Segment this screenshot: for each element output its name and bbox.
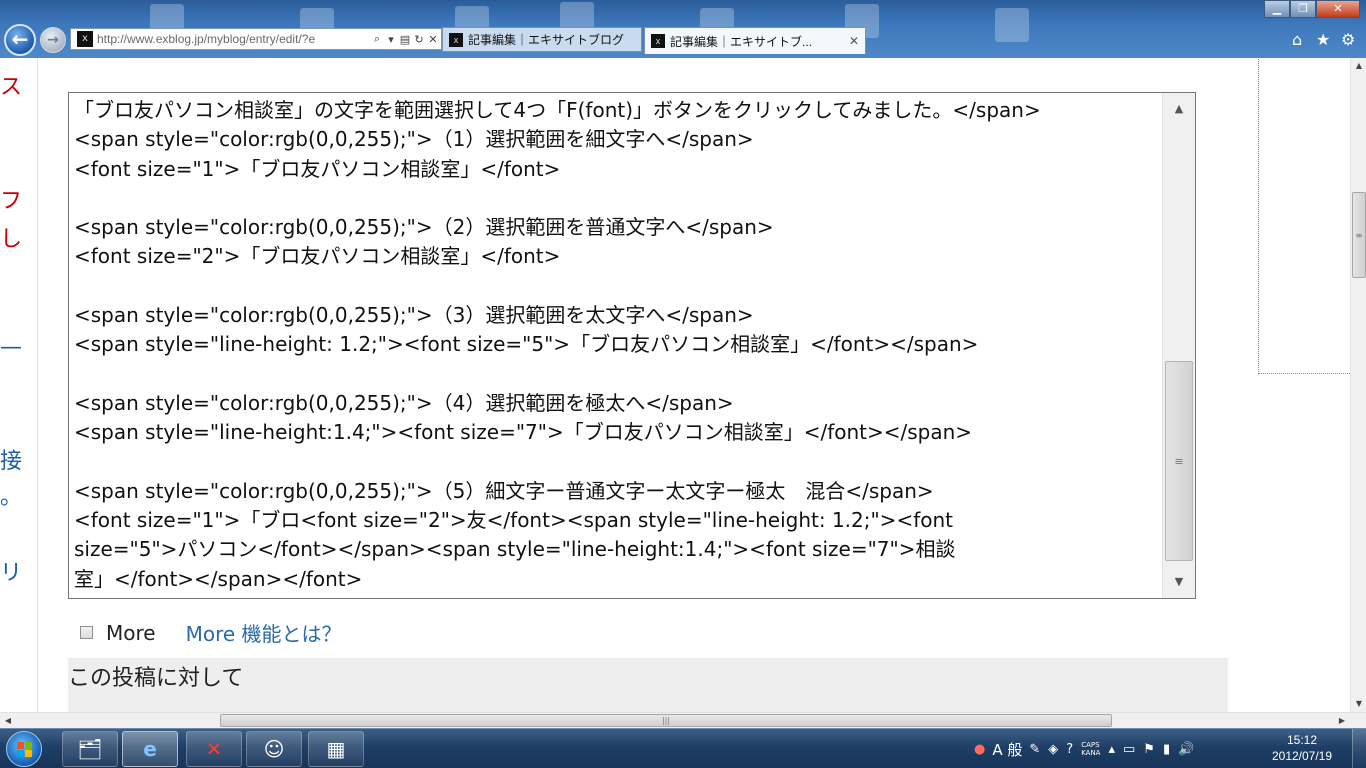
exblog-favicon-icon: x: [77, 31, 93, 47]
presentation-icon: ▦: [326, 737, 346, 761]
exblog-icon: ✕: [205, 737, 223, 761]
help-icon[interactable]: ?: [1066, 742, 1073, 757]
page-scroll-thumb[interactable]: ≡: [1352, 192, 1366, 278]
close-tab-icon[interactable]: ✕: [841, 34, 859, 48]
more-help-link[interactable]: More 機能とは？: [186, 618, 342, 647]
page-horizontal-scrollbar[interactable]: ◀ ||| ▶: [0, 712, 1366, 728]
exblog-app[interactable]: ✕: [186, 731, 242, 767]
more-row: More More 機能とは？: [80, 618, 342, 647]
address-bar[interactable]: x http://www.exblog.jp/myblog/entry/edit…: [70, 28, 442, 50]
horizontal-scroll-thumb[interactable]: |||: [220, 714, 1112, 727]
maximize-button[interactable]: ❐: [1290, 0, 1316, 18]
scroll-down-icon[interactable]: ▼: [1351, 696, 1366, 712]
show-desktop-button[interactable]: [1352, 729, 1366, 768]
minimize-icon: ▁: [1272, 2, 1282, 15]
compat-icon[interactable]: ▤: [399, 33, 411, 46]
address-url[interactable]: http://www.exblog.jp/myblog/entry/edit/?…: [97, 32, 371, 46]
exblog-favicon-icon: x: [449, 32, 463, 47]
sidebar-fragment[interactable]: 接: [0, 450, 22, 474]
left-sidebar-strip: ス フ し — 接 。 リ: [0, 58, 38, 712]
search-icon[interactable]: ⌕: [371, 32, 383, 46]
browser-chrome: ← → x http://www.exblog.jp/myblog/entry/…: [0, 0, 1366, 58]
refresh-icon[interactable]: ↻: [413, 33, 425, 46]
explorer-app[interactable]: 🗂: [62, 731, 118, 767]
maximize-icon: ❐: [1298, 2, 1308, 15]
sidebar-fragment[interactable]: リ: [0, 562, 22, 586]
sidebar-fragment: フ: [0, 189, 23, 214]
tab-label: 記事編集｜エキサイトブログ: [468, 33, 625, 47]
desktop-deco: [995, 8, 1029, 42]
tray-overflow-icon[interactable]: ▴: [1108, 742, 1115, 757]
post-settings-section: この投稿に対して: [68, 658, 1228, 712]
star-icon[interactable]: ★: [1316, 30, 1330, 49]
windows-taskbar: 🗂 e ✕ ☺ ▦ ● A 般 ✎ ◈ ? CAPS KANA ▴ ▭ ⚑ ▮ …: [0, 728, 1366, 768]
taskbar-clock[interactable]: 15:12 2012/07/19: [1262, 732, 1342, 764]
dropdown-icon[interactable]: ▾: [385, 33, 397, 46]
stop-icon[interactable]: ✕: [427, 33, 439, 46]
page-vertical-scrollbar[interactable]: ▲ ≡ ▼: [1350, 58, 1366, 712]
explorer-icon: 🗂: [77, 737, 103, 761]
flag-icon[interactable]: ⚑: [1143, 742, 1155, 757]
right-widget-box: [1258, 58, 1350, 374]
scroll-up-icon[interactable]: ▲: [1163, 93, 1195, 125]
volume-icon[interactable]: 🔊: [1178, 742, 1194, 757]
tab-2-active[interactable]: x 記事編集｜エキサイトブ... ✕: [644, 27, 866, 54]
caps-label: CAPS: [1081, 741, 1100, 749]
textarea-scrollbar[interactable]: ▲ ≡ ▼: [1162, 93, 1195, 598]
messenger-icon: ☺: [263, 737, 285, 761]
entry-body-textarea[interactable]: 「ブロ友パソコン相談室」の文字を範囲選択して4つ「F(font)」ボタンをクリッ…: [68, 92, 1196, 599]
forward-button[interactable]: →: [40, 27, 66, 53]
ime-dictionary-icon[interactable]: ✎: [1029, 742, 1040, 757]
forward-icon: →: [47, 32, 59, 48]
ime-mode[interactable]: A 般: [992, 739, 1022, 760]
more-label: More: [106, 620, 156, 645]
start-button[interactable]: [6, 731, 42, 767]
ie-icon: e: [143, 737, 157, 761]
security-icon[interactable]: ●: [974, 742, 985, 757]
close-icon: ✕: [1333, 2, 1343, 15]
more-checkbox[interactable]: [80, 626, 93, 639]
scroll-left-icon[interactable]: ◀: [0, 713, 16, 729]
clock-time: 15:12: [1286, 733, 1318, 747]
kana-label: KANA: [1081, 749, 1101, 757]
windows-flag-icon: [17, 742, 33, 758]
sidebar-fragment[interactable]: —: [0, 336, 22, 360]
ime-tool-icon[interactable]: ◈: [1048, 742, 1058, 757]
system-tray: ● A 般 ✎ ◈ ? CAPS KANA ▴ ▭ ⚑ ▮ 🔊: [970, 729, 1198, 768]
scroll-down-icon[interactable]: ▼: [1163, 566, 1195, 598]
network-icon[interactable]: ▭: [1123, 742, 1135, 757]
ie-app[interactable]: e: [122, 731, 178, 767]
sidebar-fragment: し: [0, 227, 23, 252]
scroll-right-icon[interactable]: ▶: [1334, 713, 1350, 729]
close-button[interactable]: ✕: [1316, 0, 1360, 18]
entry-body-text[interactable]: 「ブロ友パソコン相談室」の文字を範囲選択して4つ「F(font)」ボタンをクリッ…: [74, 96, 1162, 596]
home-icon[interactable]: ⌂: [1292, 30, 1302, 49]
post-section-heading: この投稿に対して: [68, 666, 244, 691]
back-icon: ←: [11, 27, 29, 51]
gear-icon[interactable]: ⚙: [1341, 30, 1355, 49]
exblog-favicon-icon: x: [651, 34, 665, 48]
textarea-scroll-thumb[interactable]: ≡: [1165, 361, 1193, 561]
messenger-app[interactable]: ☺: [246, 731, 302, 767]
sidebar-fragment[interactable]: 。: [0, 486, 22, 510]
presentation-app[interactable]: ▦: [308, 731, 364, 767]
caps-kana-indicator: CAPS KANA: [1081, 741, 1100, 757]
window-controls: ▁ ❐ ✕: [1264, 0, 1360, 18]
clock-date: 2012/07/19: [1271, 749, 1333, 763]
sidebar-fragment: ス: [0, 75, 23, 100]
tab-1[interactable]: x 記事編集｜エキサイトブログ: [442, 27, 642, 52]
signal-icon[interactable]: ▮: [1163, 742, 1170, 757]
back-button[interactable]: ←: [4, 24, 36, 56]
tab-label: 記事編集｜エキサイトブ...: [670, 34, 813, 49]
page-viewport: ス フ し — 接 。 リ 「ブロ友パソコン相談室」の文字を範囲選択して4つ「F…: [0, 58, 1350, 712]
minimize-button[interactable]: ▁: [1264, 0, 1290, 18]
scroll-up-icon[interactable]: ▲: [1351, 58, 1366, 74]
